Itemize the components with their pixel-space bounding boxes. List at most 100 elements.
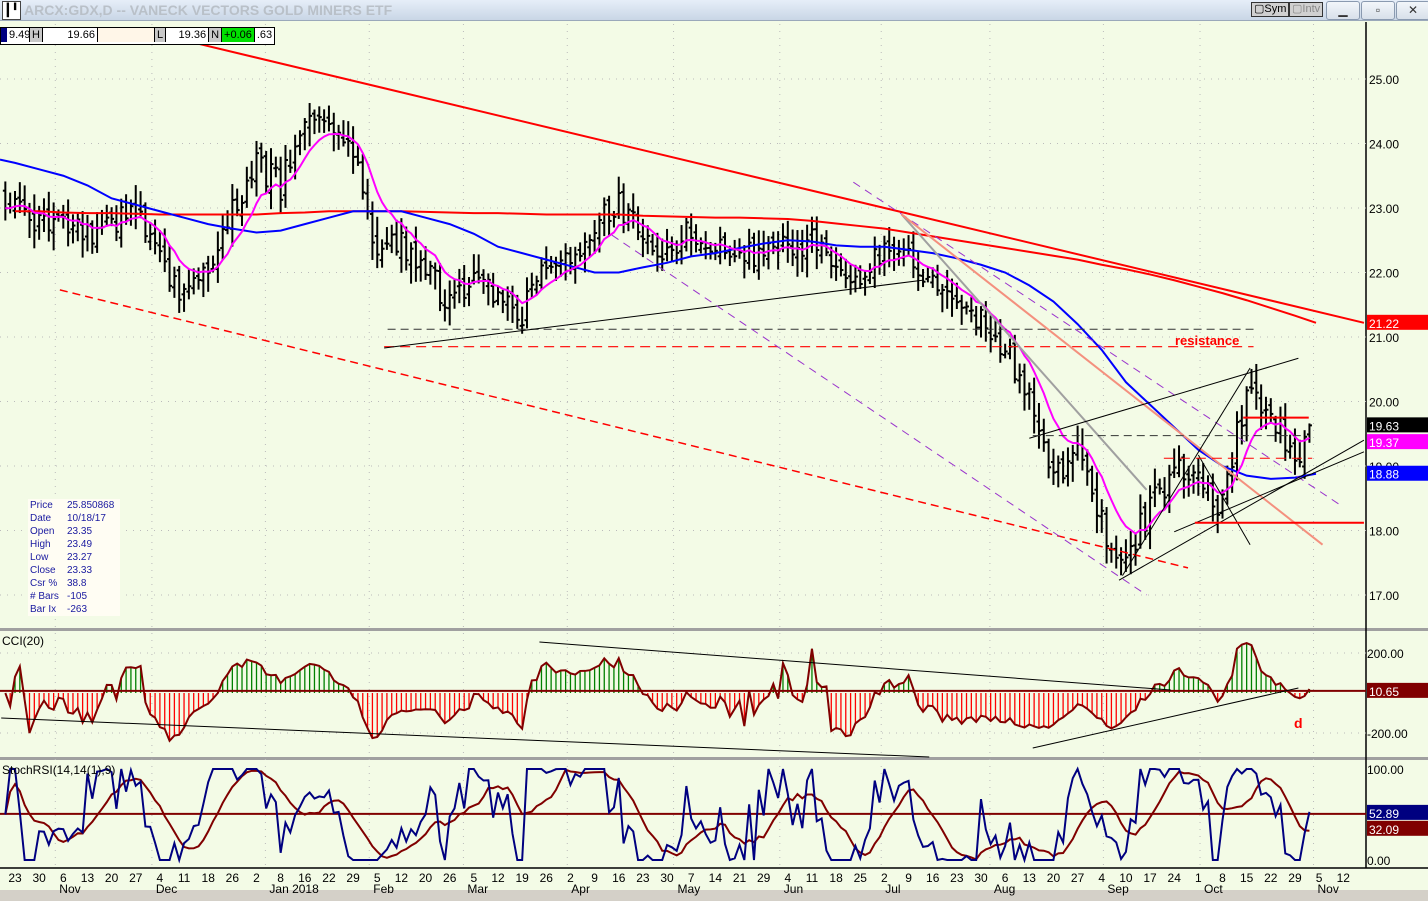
x-tick-label: 12 — [491, 871, 505, 885]
ohlc-bar — [268, 148, 274, 210]
x-month-label: Aug — [994, 882, 1015, 896]
cursor-info-row: Low 23.27 — [30, 551, 118, 564]
x-tick-label: 24 — [1168, 871, 1182, 885]
ohlc-bar — [1171, 448, 1177, 479]
ohlc-bar — [432, 262, 438, 290]
ohlc-bar — [799, 229, 805, 273]
blank-field — [97, 28, 155, 42]
ohlc-bar — [968, 297, 974, 323]
y-tick-label: 24.00 — [1369, 138, 1399, 152]
cursor-info-key: Price — [30, 500, 53, 511]
trendline-channel — [1118, 439, 1365, 581]
ohlc-bar — [1065, 447, 1071, 487]
x-month-label: Apr — [571, 882, 590, 896]
x-tick-label: 11 — [806, 871, 819, 885]
stochrsi-tick-label: 0.00 — [1367, 854, 1391, 868]
ohlc-bar — [683, 217, 689, 252]
ohlc-bar — [456, 268, 462, 304]
ohlc-bar — [1205, 475, 1211, 501]
ohlc-bar — [389, 224, 395, 254]
ohlc-bar — [205, 255, 211, 292]
ohlc-bar — [1036, 403, 1042, 449]
cursor-info-key: Open — [30, 526, 55, 537]
x-tick-label: 15 — [1240, 871, 1254, 885]
ohlc-bar — [500, 289, 506, 314]
cci-trendline — [1, 717, 930, 758]
ohlc-bar — [447, 280, 453, 326]
ohlc-bar — [650, 233, 656, 256]
ohlc-bar — [1046, 438, 1052, 479]
ohlc-bar — [616, 176, 622, 219]
ohlc-bar — [485, 273, 491, 306]
x-month-label: Jul — [885, 882, 900, 896]
stochrsi-tick-label: 100.00 — [1367, 763, 1404, 777]
x-month-label: Oct — [1204, 882, 1223, 896]
ohlc-bar — [664, 228, 670, 262]
ohlc-bar — [1060, 451, 1066, 484]
ohlc-bar — [978, 306, 984, 338]
ohlc-bar — [1195, 457, 1201, 496]
ohlc-bar — [113, 205, 119, 242]
ohlc-bar — [379, 239, 385, 268]
ohlc-bar — [1142, 501, 1148, 540]
ohlc-bar — [906, 235, 912, 256]
ohlc-bar — [1244, 386, 1250, 442]
x-month-label: Feb — [373, 882, 394, 896]
ohlc-bar — [70, 214, 76, 244]
ohlc-bar — [384, 227, 390, 250]
stock-chart[interactable]: 23 30 6 13 20 27 4 11 18 26 2 8 16 22 29 5 12 20 26 5 12 19 26… — [0, 0, 1428, 901]
cci-annotation: d — [1294, 715, 1303, 731]
ohlc-bar — [461, 265, 467, 308]
ohlc-bar — [258, 142, 264, 173]
ma-short-line — [5, 132, 1310, 535]
ohlc-bar — [1137, 494, 1143, 549]
trendline-channel — [611, 234, 1147, 596]
ohlc-bar — [881, 235, 887, 277]
x-tick-label: 23 — [950, 871, 964, 885]
ohlc-bar — [471, 254, 477, 285]
ohlc-bar — [944, 269, 950, 309]
cursor-info-value: 23.33 — [67, 565, 93, 576]
cursor-info-key: Csr % — [30, 578, 58, 589]
ohlc-bar — [167, 245, 173, 292]
high-value: 19.66 — [43, 28, 98, 42]
ohlc-bar — [321, 109, 327, 133]
ohlc-bar — [587, 234, 593, 257]
ohlc-bar — [843, 258, 849, 289]
cursor-info-value: -263 — [67, 604, 88, 615]
ohlc-bar — [186, 269, 192, 300]
last-price-value: 19.63 — [1369, 419, 1399, 433]
x-month-label: Jun — [784, 882, 803, 896]
ma-short-value: 19.37 — [1369, 436, 1399, 450]
ohlc-bar — [756, 230, 762, 280]
x-tick-label: 19 — [515, 871, 529, 885]
ohlc-bar — [437, 263, 443, 312]
ohlc-bar — [7, 192, 13, 214]
ohlc-bar — [611, 210, 617, 228]
cursor-info-row: High 23.49 — [30, 538, 118, 551]
x-tick-label: 9 — [591, 871, 598, 885]
ohlc-bar — [171, 266, 177, 298]
ohlc-bar — [452, 278, 458, 309]
x-tick-label: 13 — [81, 871, 95, 885]
x-tick-label: 20 — [105, 871, 119, 885]
ohlc-bar — [1128, 530, 1134, 575]
ohlc-bar — [2, 181, 8, 221]
cursor-info-key: High — [30, 539, 51, 550]
ohlc-bar — [915, 251, 921, 291]
trendline-lower-channel — [59, 289, 1189, 569]
ohlc-bar — [234, 188, 240, 217]
ohlc-bar — [466, 277, 472, 307]
cursor-info-row: # Bars -105 — [30, 590, 118, 603]
ohlc-bar — [698, 237, 704, 254]
x-month-label: Jan 2018 — [269, 882, 319, 896]
net-change: +0.06 — [222, 28, 255, 42]
cursor-info-row: Price 25.850868 — [30, 499, 118, 512]
ohlc-bar — [109, 207, 115, 227]
ohlc-bar — [529, 272, 535, 298]
ohlc-bar — [1176, 445, 1182, 478]
cci-value: 10.65 — [1369, 685, 1399, 699]
x-tick-label: 27 — [129, 871, 143, 885]
x-month-label: Dec — [156, 882, 177, 896]
ohlc-bar — [316, 106, 322, 133]
